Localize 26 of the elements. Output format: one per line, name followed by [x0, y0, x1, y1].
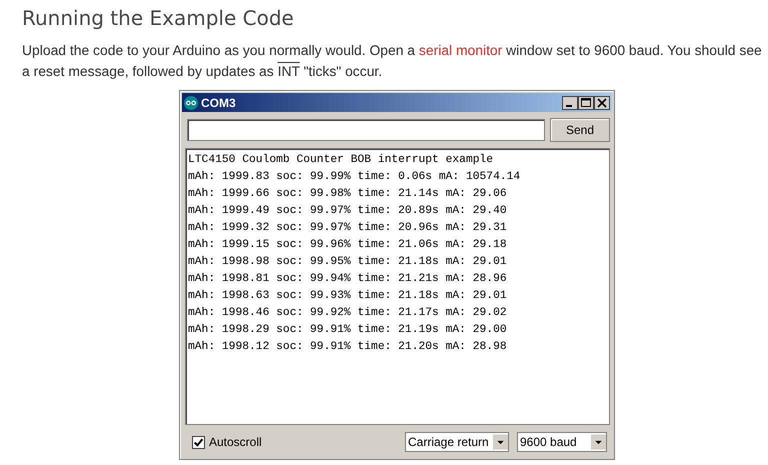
output-line: mAh: 1998.63 soc: 99.93% time: 21.18s mA: 29.01 [188, 288, 507, 304]
output-line: mAh: 1998.98 soc: 99.95% time: 21.18s mA: 29.01 [188, 254, 507, 270]
output-line: mAh: 1998.46 soc: 99.92% time: 21.17s mA: 29.02 [188, 306, 507, 321]
output-line: mAh: 1998.29 soc: 99.91% time: 21.19s mA: 29.00 [188, 322, 507, 338]
output-line: mAh: 1998.81 soc: 99.94% time: 21.21s mA: 28.96 [188, 272, 507, 287]
line-ending-dropdown[interactable]: Carriage return [405, 432, 509, 452]
serial-monitor-link[interactable]: serial monitor [418, 42, 502, 58]
baud-rate-dropdown[interactable]: 9600 baud [517, 432, 607, 452]
output-line: mAh: 1999.32 soc: 99.97% time: 20.96s mA: 29.31 [188, 220, 507, 236]
infinity-logo-icon [184, 96, 198, 110]
output-line: mAh: 1999.49 soc: 99.97% time: 20.89s mA: 29.40 [188, 204, 507, 219]
output-line: mAh: 1999.15 soc: 99.96% time: 21.06s mA: 29.18 [188, 238, 507, 253]
maximize-icon[interactable] [578, 96, 594, 110]
close-icon[interactable] [594, 96, 610, 110]
section-heading: Running the Example Code [22, 6, 294, 30]
output-line: mAh: 1999.83 soc: 99.99% time: 0.06s mA: 10574.14 [188, 170, 520, 185]
send-button[interactable]: Send [550, 118, 610, 142]
window-title: COM3 [201, 96, 236, 110]
output-line: mAh: 1998.12 soc: 99.91% time: 21.20s mA: 28.98 [188, 340, 507, 355]
output-line: mAh: 1999.66 soc: 99.98% time: 21.14s mA: 29.06 [188, 186, 507, 202]
autoscroll-checkbox[interactable] [192, 436, 205, 448]
output-line: LTC4150 Coulomb Counter BOB interrupt example [188, 152, 494, 168]
intro-paragraph: Upload the code to your Arduino as you normally would. Open a serial monitor window set to 9600 baud. You should see a reset message, followed by updates as INT "ticks" occur. [22, 41, 762, 81]
autoscroll-label: Autoscroll [209, 435, 262, 449]
minimize-icon[interactable] [562, 96, 578, 110]
send-input-field[interactable] [187, 119, 545, 141]
